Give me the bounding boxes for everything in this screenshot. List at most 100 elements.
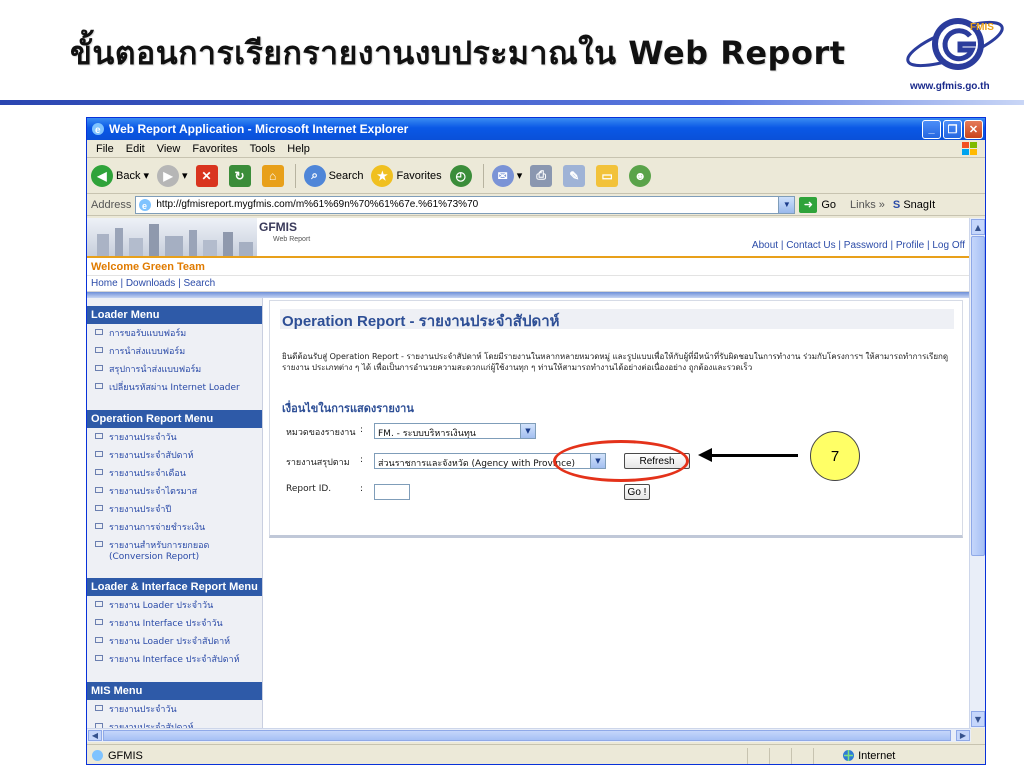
sidebar-item[interactable]: การขอรับแบบฟอร์ม — [87, 324, 262, 342]
sidebar-item[interactable]: รายงานประจำเดือน — [87, 464, 262, 482]
maximize-icon[interactable]: ❐ — [943, 119, 962, 139]
forward-button[interactable]: ▶ ▾ — [157, 164, 188, 187]
sidebar-item[interactable]: รายงานประจำวัน — [87, 428, 262, 446]
sidebar-item[interactable]: รายงานประจำปี — [87, 500, 262, 518]
sidebar-heading-operation: Operation Report Menu — [87, 410, 262, 428]
checkbox-icon — [95, 619, 103, 625]
scroll-thumb-horizontal[interactable] — [103, 730, 951, 741]
vertical-scrollbar[interactable]: ▲ ▼ — [969, 218, 985, 728]
gfmis-logo: FMIS — [906, 18, 1004, 70]
pointer-arrow-line — [708, 454, 798, 457]
window-title: Web Report Application - Microsoft Inter… — [109, 122, 409, 136]
menu-tools[interactable]: Tools — [250, 143, 276, 155]
toolbar: ◀ Back ▾ ▶ ▾ ✕ ↻ ⌂ ⌕ Search ★ Favorites ◴ ✉ ▾… — [87, 158, 985, 194]
sidebar-item[interactable]: เปลี่ยนรหัสผ่าน Internet Loader — [87, 378, 262, 396]
sidebar-item[interactable]: รายงานการจ่ายชำระเงิน — [87, 518, 262, 536]
chevron-down-icon[interactable]: ▼ — [778, 196, 795, 213]
minimize-icon[interactable]: _ — [922, 119, 941, 139]
highlight-oval — [553, 440, 689, 482]
toolbar-separator — [482, 163, 484, 188]
edit-button[interactable]: ✎ — [563, 164, 588, 187]
favorites-button[interactable]: ★ Favorites — [371, 164, 442, 187]
address-input[interactable]: e http://gfmisreport.mygfmis.com/m%61%69… — [135, 195, 796, 214]
sidebar-heading-loader-interface: Loader & Interface Report Menu — [87, 578, 262, 596]
print-button[interactable]: ⎙ — [530, 164, 555, 187]
sidebar-item[interactable]: รายงานสำหรับการยกยอด (Conversion Report) — [87, 536, 262, 564]
history-button[interactable]: ◴ — [449, 164, 475, 187]
sidebar-item[interactable]: รายงานประจำไตรมาส — [87, 482, 262, 500]
welcome-text: Welcome Green Team — [87, 258, 971, 276]
windows-flag-icon — [962, 142, 977, 155]
page-icon: e — [139, 198, 152, 211]
sidebar-item[interactable]: สรุปการนำส่งแบบฟอร์ม — [87, 360, 262, 378]
report-id-input[interactable] — [374, 484, 410, 500]
messenger-icon: ☻ — [629, 164, 652, 187]
menu-view[interactable]: View — [157, 143, 181, 155]
svg-text:e: e — [95, 125, 101, 136]
toolbar-separator — [294, 163, 296, 188]
checkbox-icon — [95, 637, 103, 643]
sidebar-item[interactable]: การนำส่งแบบฟอร์ม — [87, 342, 262, 360]
report-panel: Operation Report - รายงานประจำสัปดาห์ ยิ… — [269, 300, 963, 538]
sidebar-item[interactable]: รายงาน Loader ประจำวัน — [87, 596, 262, 614]
sidebar-heading-loader: Loader Menu — [87, 306, 262, 324]
go-button[interactable]: ➜ Go — [799, 196, 836, 213]
home-button[interactable]: ⌂ — [261, 164, 287, 187]
skyline-image — [97, 224, 253, 256]
menu-help[interactable]: Help — [287, 143, 310, 155]
snagit-button[interactable]: S SnagIt — [893, 199, 935, 211]
back-arrow-icon: ◀ — [91, 164, 113, 187]
checkbox-icon — [95, 329, 103, 335]
refresh-icon: ↻ — [228, 164, 251, 187]
slide: ขั้นตอนการเรียกรายงานงบประมาณใน Web Repo… — [0, 0, 1024, 768]
refresh-page-button[interactable]: ↻ — [228, 164, 254, 187]
checkbox-icon — [95, 433, 103, 439]
chevron-down-icon: ▼ — [520, 424, 535, 438]
scroll-left-icon[interactable]: ◀ — [88, 730, 102, 741]
address-bar: Address e http://gfmisreport.mygfmis.com… — [87, 194, 985, 216]
print-icon: ⎙ — [530, 164, 553, 187]
sidebar-item[interactable]: รายงาน Interface ประจำวัน — [87, 614, 262, 632]
folder-button[interactable]: ▭ — [596, 164, 621, 187]
sidebar-item[interactable]: รายงานประจำวัน — [87, 700, 262, 718]
sidebar-item[interactable]: รายงานประจำสัปดาห์ — [87, 718, 262, 728]
close-icon[interactable]: ✕ — [964, 119, 983, 139]
category-select[interactable]: FM. - ระบบบริหารเงินทุน ▼ — [374, 423, 536, 439]
sidebar-item[interactable]: รายงาน Interface ประจำสัปดาห์ — [87, 650, 262, 668]
checkbox-icon — [95, 523, 103, 529]
folder-icon: ▭ — [596, 164, 619, 187]
scroll-down-icon[interactable]: ▼ — [971, 711, 985, 727]
report-id-label: Report ID. — [286, 484, 332, 494]
go-report-button[interactable]: Go ! — [624, 484, 650, 500]
links-button[interactable]: Links » — [850, 199, 885, 211]
menu-edit[interactable]: Edit — [126, 143, 145, 155]
menu-file[interactable]: File — [96, 143, 114, 155]
scroll-thumb[interactable] — [971, 236, 985, 556]
messenger-button[interactable]: ☻ — [629, 164, 654, 187]
menu-bar: File Edit View Favorites Tools Help — [87, 140, 985, 158]
sidebar-item[interactable]: รายงานประจำสัปดาห์ — [87, 446, 262, 464]
ie-icon: e — [92, 123, 104, 136]
checkbox-icon — [95, 601, 103, 607]
report-description: ยินดีต้อนรับสู่ Operation Report - รายงา… — [282, 352, 949, 372]
site-nav[interactable]: Home | Downloads | Search — [87, 276, 971, 292]
colon: : — [360, 484, 364, 494]
window-titlebar: e Web Report Application - Microsoft Int… — [87, 118, 985, 140]
scroll-up-icon[interactable]: ▲ — [971, 219, 985, 235]
page-title: Operation Report - รายงานประจำสัปดาห์ — [280, 309, 954, 330]
category-label: หมวดของรายงาน — [286, 428, 356, 438]
star-icon: ★ — [371, 164, 394, 187]
top-links[interactable]: About | Contact Us | Password | Profile … — [752, 240, 965, 251]
svg-text:FMIS: FMIS — [970, 22, 994, 33]
sidebar: Loader Menu การขอรับแบบฟอร์ม การนำส่งแบบ… — [87, 298, 263, 728]
menu-favorites[interactable]: Favorites — [192, 143, 237, 155]
sidebar-item[interactable]: รายงาน Loader ประจำสัปดาห์ — [87, 632, 262, 650]
history-icon: ◴ — [449, 164, 472, 187]
mail-button[interactable]: ✉ ▾ — [491, 164, 522, 187]
go-arrow-icon: ➜ — [799, 196, 818, 213]
scroll-right-icon[interactable]: ▶ — [956, 730, 970, 741]
horizontal-scrollbar[interactable]: ◀ ▶ — [87, 728, 971, 742]
stop-button[interactable]: ✕ — [195, 164, 221, 187]
back-button[interactable]: ◀ Back ▾ — [91, 164, 149, 187]
search-button[interactable]: ⌕ Search — [303, 164, 363, 187]
